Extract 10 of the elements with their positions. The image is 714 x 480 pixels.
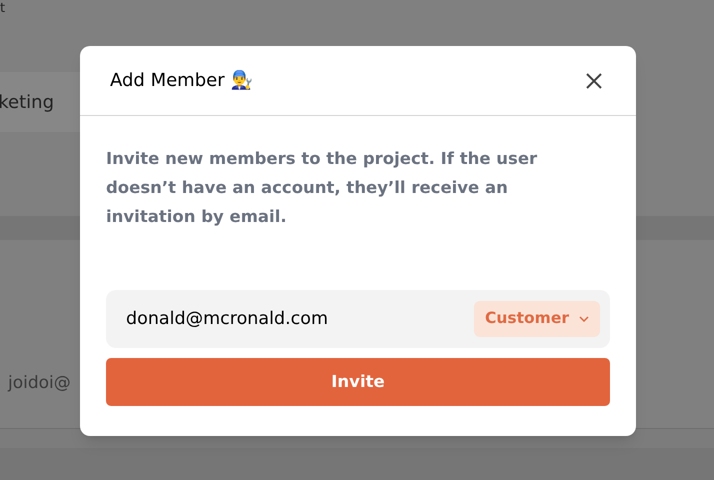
invite-button[interactable]: Invite [106, 358, 610, 406]
chevron-down-icon [579, 316, 589, 322]
dialog-title: Add Member 👨‍🔧 [110, 69, 252, 93]
page-heading: t [0, 1, 6, 16]
close-icon [586, 72, 602, 88]
email-field[interactable]: donald@mcronald.com Customer [106, 290, 610, 348]
section-tab[interactable]: keting [0, 72, 80, 132]
role-dropdown[interactable]: Customer [474, 301, 600, 337]
member-email: joidoi@ [8, 372, 71, 396]
dialog-description: Invite new members to the project. If the user doesn’t have an account, they’ll receive an invitation by email. [106, 148, 538, 228]
